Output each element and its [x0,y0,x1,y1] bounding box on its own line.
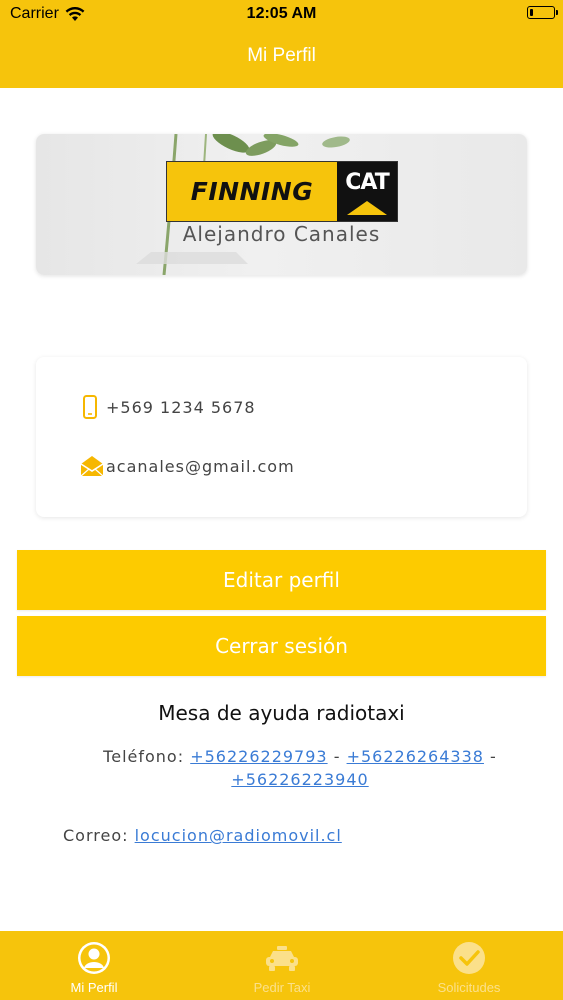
contact-card: +569 1234 5678 acanales@gmail.com [36,357,527,517]
phone-separator: - [490,747,497,766]
page-title: Mi Perfil [247,45,316,66]
logo-cat-text: CAT [345,170,389,195]
help-phone-link-2[interactable]: +56226264338 [347,747,484,766]
help-phone-link-1[interactable]: +56226229793 [190,747,327,766]
tab-label: Solicitudes [437,980,501,995]
status-time: 12:05 AM [246,5,317,22]
car-icon [266,946,298,971]
edit-profile-button[interactable]: Editar perfil [17,550,546,610]
profile-name: Alejandro Canales [182,222,381,246]
help-mail-link[interactable]: locucion@radiomovil.cl [135,826,342,845]
person-icon [78,942,110,974]
help-title: Mesa de ayuda radiotaxi [158,701,405,725]
battery-icon [527,6,558,19]
help-mail-label: Correo: [63,826,129,845]
tab-mi-perfil[interactable]: Mi Perfil [0,931,188,1000]
logout-button[interactable]: Cerrar sesión [17,616,546,676]
help-phone-link-3[interactable]: +56226223940 [231,770,368,789]
logo-finning: FINNING [167,162,337,221]
help-phone: Teléfono: +56226229793 - +56226264338 - … [100,745,500,791]
email-value: acanales@gmail.com [106,456,295,476]
tab-label: Mi Perfil [70,980,118,995]
logo-cat: CAT [337,162,397,221]
phone-value: +569 1234 5678 [106,397,256,417]
top-bar: Carrier 12:05 AM Mi Perfil [0,0,563,88]
help-phone-label: Teléfono: [103,747,185,766]
phone-row: +569 1234 5678 [82,395,256,419]
tab-pedir-taxi[interactable]: Pedir Taxi [188,931,376,1000]
help-mail: Correo: locucion@radiomovil.cl [63,826,342,845]
tab-solicitudes[interactable]: Solicitudes [375,931,563,1000]
phone-separator: - [333,747,341,766]
tab-label: Pedir Taxi [253,980,311,995]
tab-bar: Mi Perfil Pedir Taxi Solicitudes [0,931,563,1000]
profile-card: FINNING CAT Alejandro Canales [36,134,527,275]
phone-icon [83,395,97,419]
checkmark-icon [453,942,485,974]
mail-icon [80,456,104,477]
email-row: acanales@gmail.com [80,454,295,478]
company-logo: FINNING CAT [166,161,398,222]
cat-triangle-icon [347,201,387,215]
